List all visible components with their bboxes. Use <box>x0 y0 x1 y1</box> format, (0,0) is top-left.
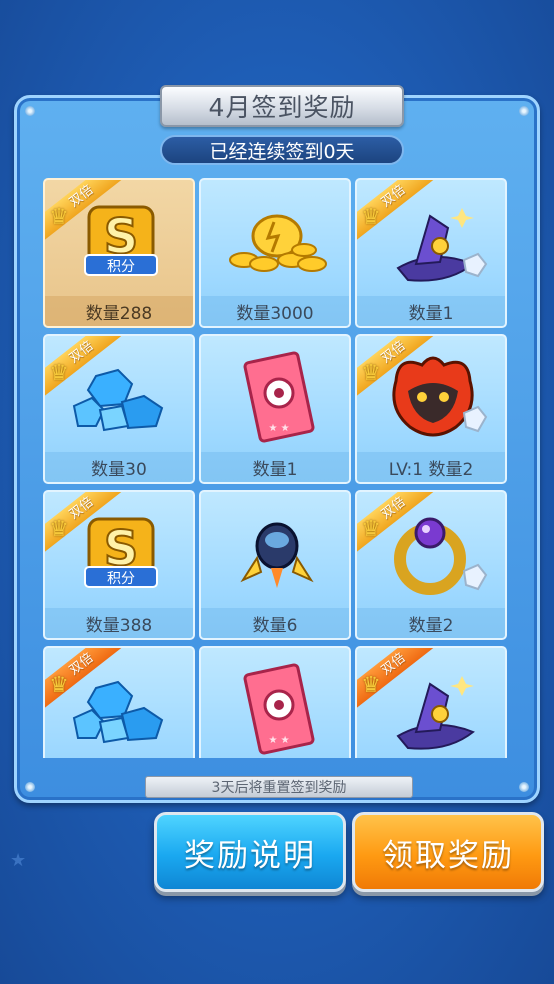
crown-icon: ♛ <box>49 517 69 542</box>
crown-icon: ♛ <box>361 673 381 698</box>
gold-coins-icon <box>217 192 337 294</box>
svg-text:积分: 积分 <box>107 571 135 587</box>
reset-notice: 3天后将重置签到奖励 <box>145 776 413 798</box>
bolt-icon <box>25 106 35 116</box>
svg-text:★ ★: ★ ★ <box>268 735 289 746</box>
reward-count: 数量1 <box>357 296 505 326</box>
star-decoration-icon: ★ <box>10 850 27 871</box>
reward-count: 数量3000 <box>201 296 349 326</box>
reward-cell[interactable]: 双倍 ♛ <box>43 646 195 758</box>
bolt-icon <box>519 782 529 792</box>
reward-grid-scroll[interactable]: S 积分 双倍 ♛ 数量288 数量3000 双倍 ♛ 数量1 双倍 ♛ 数量3… <box>43 178 511 758</box>
reward-count: LV:1 数量2 <box>357 452 505 482</box>
reward-count: 数量30 <box>45 452 193 482</box>
reward-grid: S 积分 双倍 ♛ 数量288 数量3000 双倍 ♛ 数量1 双倍 ♛ 数量3… <box>43 178 511 758</box>
crown-icon: ♛ <box>49 361 69 386</box>
reward-cell[interactable]: 数量6 <box>199 490 351 640</box>
reward-cell[interactable]: 双倍 ♛ <box>355 646 507 758</box>
reward-cell[interactable]: 双倍 ♛ LV:1 数量2 <box>355 334 507 484</box>
reward-count: 数量388 <box>45 608 193 638</box>
reward-count: 数量2 <box>357 608 505 638</box>
bolt-icon <box>25 782 35 792</box>
crown-icon: ♛ <box>49 205 69 230</box>
reward-cell[interactable]: 双倍 ♛ 数量30 <box>43 334 195 484</box>
svg-text:★ ★: ★ ★ <box>268 423 289 434</box>
reward-explanation-button[interactable]: 奖励说明 <box>154 812 346 892</box>
claim-reward-button[interactable]: 领取奖励 <box>352 812 544 892</box>
reward-cell[interactable]: ★ ★ 数量1 <box>199 334 351 484</box>
rocket-pod-icon <box>217 504 337 606</box>
crown-icon: ♛ <box>361 517 381 542</box>
reward-cell[interactable]: S 积分 双倍 ♛ 数量288 <box>43 178 195 328</box>
streak-status: 已经连续签到0天 <box>160 135 404 165</box>
reward-cell[interactable]: 数量3000 <box>199 178 351 328</box>
reward-count: 数量6 <box>201 608 349 638</box>
reward-count: 数量1 <box>201 452 349 482</box>
crown-icon: ♛ <box>361 361 381 386</box>
bolt-icon <box>519 106 529 116</box>
crown-icon: ♛ <box>49 673 69 698</box>
page-title: 4月签到奖励 <box>160 85 404 127</box>
reward-count: 数量288 <box>45 296 193 326</box>
pink-card-icon: ★ ★ <box>217 660 337 758</box>
reward-cell[interactable]: S 积分 双倍 ♛ 数量388 <box>43 490 195 640</box>
svg-text:积分: 积分 <box>107 259 135 275</box>
reward-cell[interactable]: ★ ★ <box>199 646 351 758</box>
sign-in-screen: { "title": "4月签到奖励", "subtitle": "已经连续签到… <box>0 0 554 984</box>
crown-icon: ♛ <box>361 205 381 230</box>
reward-cell[interactable]: 双倍 ♛ 数量2 <box>355 490 507 640</box>
pink-card-icon: ★ ★ <box>217 348 337 450</box>
reward-cell[interactable]: 双倍 ♛ 数量1 <box>355 178 507 328</box>
